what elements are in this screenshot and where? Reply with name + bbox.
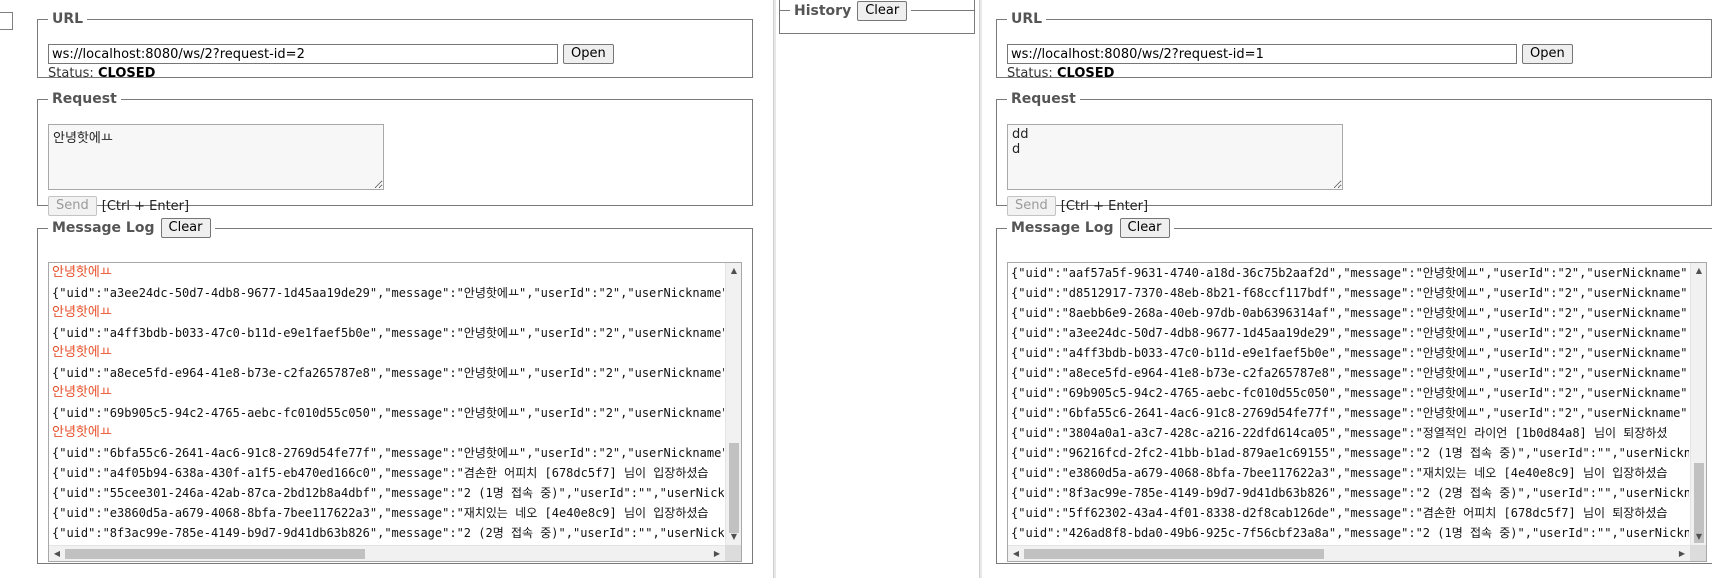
message-log-legend: Message Log [1011, 220, 1114, 236]
log-json-line: {"uid":"55cee301-246a-42ab-87ca-2bd12b8a… [52, 486, 724, 500]
log-json-line: {"uid":"8aebb6e9-268a-40eb-97db-0ab63963… [1011, 306, 1688, 320]
log-json-line: {"uid":"a4ff3bdb-b033-47c0-b11d-e9e1faef… [52, 326, 724, 340]
scroll-left-arrow-icon[interactable]: ◀ [1008, 546, 1024, 561]
message-log-lines: 안녕핫에ㅛ {"uid":"a3ee24dc-50d7-4db8-9677-1d4… [52, 263, 724, 544]
log-echo-line: 안녕핫에ㅛ [52, 385, 112, 400]
send-button[interactable]: Send [48, 196, 97, 216]
scroll-up-arrow-icon[interactable]: ▲ [1691, 263, 1706, 279]
log-json-line: {"uid":"69b905c5-94c2-4765-aebc-fc010d55… [52, 406, 724, 420]
scroll-down-arrow-icon[interactable]: ▼ [726, 529, 741, 545]
request-section: Request dd d Send [Ctrl + Enter] [996, 90, 1712, 216]
message-log-lines: {"uid":"aaf57a5f-9631-4740-a18d-36c75b2a… [1011, 263, 1689, 544]
log-echo-line: 안녕핫에ㅛ [52, 345, 112, 360]
log-json-line: {"uid":"426ad8f8-bda0-49b6-925c-7f56cbf2… [1011, 526, 1689, 540]
scroll-left-arrow-icon[interactable]: ◀ [49, 546, 65, 561]
scroll-down-arrow-icon[interactable]: ▼ [1691, 529, 1706, 545]
message-log-section: Message Log Clear {"uid":"aaf57a5f-9631-… [996, 218, 1712, 564]
send-shortcut-hint: [Ctrl + Enter] [101, 198, 190, 214]
url-input[interactable] [1007, 44, 1517, 64]
url-section: URL Open Status: CLOSED [37, 10, 753, 81]
collapsed-panel-edge [0, 12, 13, 30]
log-json-line: {"uid":"3804a0a1-a3c7-428c-a216-22dfd614… [1011, 426, 1668, 440]
log-vertical-scrollbar[interactable]: ▲ ▼ [725, 263, 741, 545]
history-section: History Clear [779, 0, 975, 34]
log-json-line: {"uid":"a8ece5fd-e964-41e8-b73e-c2fa2657… [1011, 366, 1688, 380]
request-section: Request 안녕핫에ㅛ Send [Ctrl + Enter] [37, 90, 753, 216]
status-line: Status: CLOSED [1007, 66, 1114, 81]
message-log-box[interactable]: 안녕핫에ㅛ {"uid":"a3ee24dc-50d7-4db8-9677-1d4… [48, 262, 742, 562]
log-json-line: {"uid":"e3860d5a-a679-4068-8bfa-7bee1176… [52, 506, 709, 520]
request-legend: Request [1011, 91, 1076, 107]
send-shortcut-hint: [Ctrl + Enter] [1060, 198, 1149, 214]
log-json-line: {"uid":"aaf57a5f-9631-4740-a18d-36c75b2a… [1011, 266, 1688, 280]
url-legend: URL [1011, 11, 1043, 27]
request-textarea[interactable]: dd d [1007, 124, 1343, 190]
log-json-line: {"uid":"e3860d5a-a679-4068-8bfa-7bee1176… [1011, 466, 1668, 480]
send-button[interactable]: Send [1007, 196, 1056, 216]
log-json-line: {"uid":"a3ee24dc-50d7-4db8-9677-1d45aa19… [1011, 326, 1688, 340]
log-echo-line: 안녕핫에ㅛ [52, 305, 112, 320]
log-json-line: {"uid":"a4ff3bdb-b033-47c0-b11d-e9e1faef… [1011, 346, 1688, 360]
log-json-line: {"uid":"96216fcd-2fc2-41bb-b1ad-879ae1c6… [1011, 446, 1689, 460]
log-json-line: {"uid":"a4f05b94-638a-430f-a1f5-eb470ed1… [52, 466, 709, 480]
history-header: History Clear [790, 1, 912, 21]
history-legend: History [794, 3, 852, 19]
scroll-right-arrow-icon[interactable]: ▶ [709, 546, 725, 561]
log-json-line: {"uid":"5ff62302-43a4-4f01-8338-d2f8cab1… [1011, 506, 1668, 520]
status-value: CLOSED [97, 66, 156, 81]
log-json-line: {"uid":"a3ee24dc-50d7-4db8-9677-1d45aa19… [52, 286, 724, 300]
scroll-up-arrow-icon[interactable]: ▲ [726, 263, 741, 279]
request-textarea[interactable]: 안녕핫에ㅛ [48, 124, 384, 190]
history-clear-button[interactable]: Clear [857, 1, 908, 21]
scroll-corner [1690, 545, 1706, 561]
log-json-line: {"uid":"8f3ac99e-785e-4149-b9d7-9d41db63… [52, 526, 724, 540]
log-horizontal-scrollbar[interactable]: ◀ ▶ [1008, 545, 1690, 561]
log-vertical-scrollbar[interactable]: ▲ ▼ [1690, 263, 1706, 545]
message-log-legend: Message Log [52, 220, 155, 236]
status-value: CLOSED [1056, 66, 1115, 81]
scroll-right-arrow-icon[interactable]: ▶ [1674, 546, 1690, 561]
log-json-line: {"uid":"6bfa55c6-2641-4ac6-91c8-2769d54f… [1011, 406, 1688, 420]
request-legend: Request [52, 91, 117, 107]
url-legend: URL [52, 11, 84, 27]
message-log-clear-button[interactable]: Clear [160, 218, 211, 238]
log-json-line: {"uid":"a8ece5fd-e964-41e8-b73e-c2fa2657… [52, 366, 724, 380]
url-section: URL Open Status: CLOSED [996, 10, 1712, 81]
log-horizontal-scrollbar[interactable]: ◀ ▶ [49, 545, 725, 561]
left-client-pane: URL Open Status: CLOSED Request 안녕핫에ㅛ Se… [0, 0, 775, 578]
scroll-thumb[interactable] [729, 443, 739, 533]
log-json-line: {"uid":"69b905c5-94c2-4765-aebc-fc010d55… [1011, 386, 1688, 400]
log-json-line: {"uid":"8f3ac99e-785e-4149-b9d7-9d41db63… [1011, 486, 1689, 500]
log-json-line: {"uid":"6bfa55c6-2641-4ac6-91c8-2769d54f… [52, 446, 724, 460]
log-echo-line: 안녕핫에ㅛ [52, 425, 112, 440]
message-log-legend-row: Message Log Clear [1007, 218, 1174, 238]
message-log-legend-row: Message Log Clear [48, 218, 215, 238]
message-log-clear-button[interactable]: Clear [1119, 218, 1170, 238]
message-log-section: Message Log Clear 안녕핫에ㅛ {"uid":"a3ee24dc-… [37, 218, 753, 564]
open-button[interactable]: Open [1522, 44, 1573, 64]
status-label: Status: [48, 66, 94, 81]
scroll-corner [725, 545, 741, 561]
status-label: Status: [1007, 66, 1053, 81]
log-echo-line: 안녕핫에ㅛ [52, 265, 112, 280]
scroll-thumb-horizontal[interactable] [1024, 549, 1324, 559]
url-input[interactable] [48, 44, 558, 64]
scroll-thumb-horizontal[interactable] [65, 549, 365, 559]
open-button[interactable]: Open [563, 44, 614, 64]
right-client-pane: URL Open Status: CLOSED Request dd d Sen… [981, 0, 1715, 578]
message-log-box[interactable]: {"uid":"aaf57a5f-9631-4740-a18d-36c75b2a… [1007, 262, 1707, 562]
history-pane: History Clear [775, 0, 981, 578]
log-json-line: {"uid":"d8512917-7370-48eb-8b21-f68ccf11… [1011, 286, 1688, 300]
status-line: Status: CLOSED [48, 66, 155, 81]
